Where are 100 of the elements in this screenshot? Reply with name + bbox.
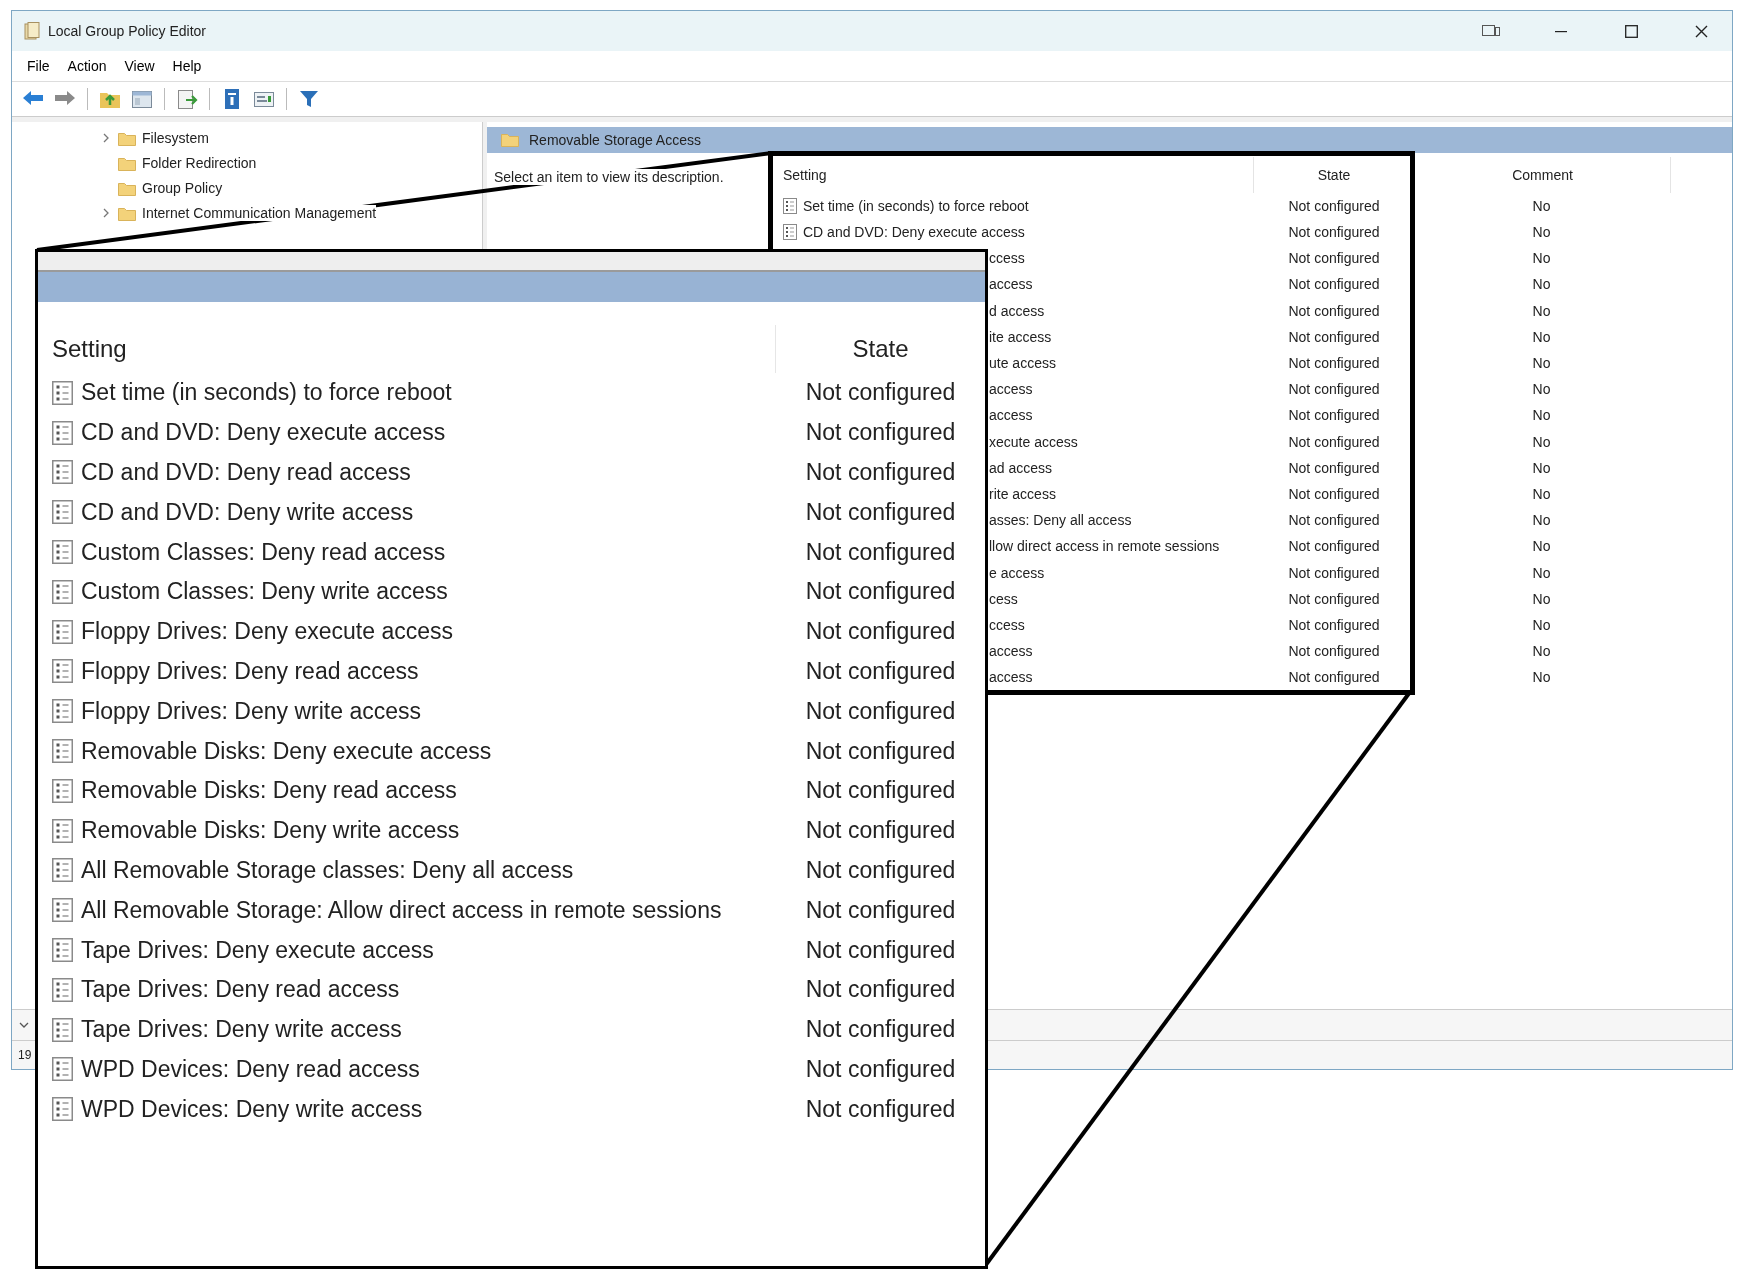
table-cell-text: No xyxy=(1531,590,1552,607)
menu-item[interactable]: Action xyxy=(58,53,116,78)
tree-item[interactable]: Folder Redirection xyxy=(12,150,482,176)
maximize-icon xyxy=(1624,24,1638,38)
tree-item-label: Internet Communication Management xyxy=(142,205,377,222)
app-icon xyxy=(24,22,40,40)
table-cell-text: No xyxy=(1531,538,1552,555)
policy-setting-icon xyxy=(52,898,73,923)
table-cell-text: Not configured xyxy=(1287,590,1381,607)
table-cell-text: Not configured xyxy=(1287,485,1381,502)
table-cell-text: Not configured xyxy=(804,379,957,407)
setting-name: Floppy Drives: Deny read access xyxy=(81,657,419,685)
folder-icon xyxy=(501,132,519,148)
table-cell-text: No xyxy=(1531,669,1552,686)
policy-setting-icon xyxy=(783,224,797,241)
setting-name: WPD Devices: Deny write access xyxy=(81,1095,423,1123)
folder-icon xyxy=(118,180,136,196)
policy-setting-icon xyxy=(52,739,73,764)
policy-setting-icon xyxy=(52,1017,73,1042)
setting-name: Custom Classes: Deny write access xyxy=(81,578,448,606)
setting-name: Tape Drives: Deny execute access xyxy=(81,936,434,964)
setting-name: Tape Drives: Deny write access xyxy=(81,1016,402,1044)
table-cell-text: Not configured xyxy=(1287,564,1381,581)
table-cell-text: Not configured xyxy=(804,697,957,725)
setting-name: access xyxy=(989,643,1033,660)
setting-name: llow direct access in remote sessions xyxy=(989,538,1220,555)
table-cell-text: Not configured xyxy=(804,498,957,526)
policy-setting-icon xyxy=(52,579,73,604)
policy-setting-icon xyxy=(52,460,73,485)
table-cell-text: Not configured xyxy=(1287,433,1381,450)
table-cell-text: Not configured xyxy=(1287,459,1381,476)
policy-setting-icon xyxy=(52,619,73,644)
table-cell-text: No xyxy=(1531,197,1552,214)
table-cell-text: No xyxy=(1531,224,1552,241)
table-cell-text: Not configured xyxy=(804,976,957,1004)
menu-item[interactable]: View xyxy=(115,53,164,78)
setting-name: cess xyxy=(989,590,1018,607)
setting-name: access xyxy=(989,276,1033,293)
policy-setting-icon xyxy=(52,659,73,684)
policy-setting-icon xyxy=(52,818,73,843)
table-cell-text: Not configured xyxy=(804,657,957,685)
table-cell-text: Not configured xyxy=(1287,328,1381,345)
table-cell-text: Not configured xyxy=(804,1016,957,1044)
table-cell-text: No xyxy=(1531,328,1552,345)
setting-name: Removable Disks: Deny read access xyxy=(81,777,457,805)
tree-item[interactable]: Internet Communication Management xyxy=(12,200,482,226)
table-cell-text: Not configured xyxy=(804,896,957,924)
menu-item[interactable]: File xyxy=(18,53,59,78)
table-cell-text: Not configured xyxy=(1287,355,1381,371)
column-header: State xyxy=(851,335,910,363)
column-header[interactable]: State xyxy=(1254,156,1415,193)
setting-name: CD and DVD: Deny write access xyxy=(81,498,414,526)
table-cell-text: No xyxy=(1531,302,1552,319)
tree-item[interactable]: Group Policy xyxy=(12,175,482,201)
table-cell-text: Not configured xyxy=(804,856,957,884)
setting-name: access xyxy=(989,407,1033,424)
policy-setting-icon xyxy=(52,699,73,724)
tree-item-label: Filesystem xyxy=(142,130,209,147)
close-icon xyxy=(1694,24,1708,38)
table-cell-text: Not configured xyxy=(804,1095,957,1123)
policy-setting-icon xyxy=(52,778,73,803)
policy-setting-icon xyxy=(52,420,73,445)
column-header[interactable]: Comment xyxy=(1415,156,1671,193)
setting-name: ad access xyxy=(989,459,1053,476)
setting-name: e access xyxy=(989,564,1045,581)
table-cell-text: No xyxy=(1531,564,1552,581)
description-text: Select an item to view its description. xyxy=(494,168,724,185)
table-cell-text: Not configured xyxy=(804,817,957,845)
setting-name: xecute access xyxy=(989,433,1078,450)
status-text: 19 xyxy=(18,1048,32,1063)
table-cell-text: Not configured xyxy=(1287,512,1381,529)
table-cell-text: Not configured xyxy=(804,737,957,765)
table-cell-text: Not configured xyxy=(1287,381,1381,398)
menu-item[interactable]: Help xyxy=(163,53,211,78)
setting-name: All Removable Storage: Allow direct access in remote sessions xyxy=(81,896,722,924)
setting-name: d access xyxy=(989,302,1045,319)
setting-name: Floppy Drives: Deny write access xyxy=(81,697,421,725)
setting-name: CD and DVD: Deny execute access xyxy=(803,224,1025,241)
policy-setting-icon xyxy=(52,540,73,565)
table-cell-text: Not configured xyxy=(1287,250,1381,267)
setting-name: access xyxy=(989,669,1033,686)
table-cell-text: Not configured xyxy=(1287,407,1381,424)
setting-name: Custom Classes: Deny read access xyxy=(81,538,446,566)
setting-name: Set time (in seconds) to force reboot xyxy=(81,379,452,407)
setting-name: Floppy Drives: Deny execute access xyxy=(81,618,453,646)
table-cell-text: No xyxy=(1531,512,1552,529)
table-cell-text: Not configured xyxy=(1287,538,1381,555)
setting-name: ccess xyxy=(989,250,1025,267)
setting-name: asses: Deny all access xyxy=(989,512,1132,529)
table-cell-text: Not configured xyxy=(1287,616,1381,633)
policy-setting-icon xyxy=(52,1097,73,1122)
table-cell-text: No xyxy=(1531,407,1552,424)
table-cell-text: No xyxy=(1531,276,1552,293)
window-title: Local Group Policy Editor xyxy=(48,23,206,39)
table-cell-text: Not configured xyxy=(804,578,957,606)
folder-icon xyxy=(118,130,136,146)
setting-name: Removable Disks: Deny write access xyxy=(81,817,460,845)
column-header[interactable]: Setting xyxy=(769,156,1254,193)
setting-name: All Removable Storage classes: Deny all access xyxy=(81,856,574,884)
tree-item[interactable]: Filesystem xyxy=(12,125,482,151)
